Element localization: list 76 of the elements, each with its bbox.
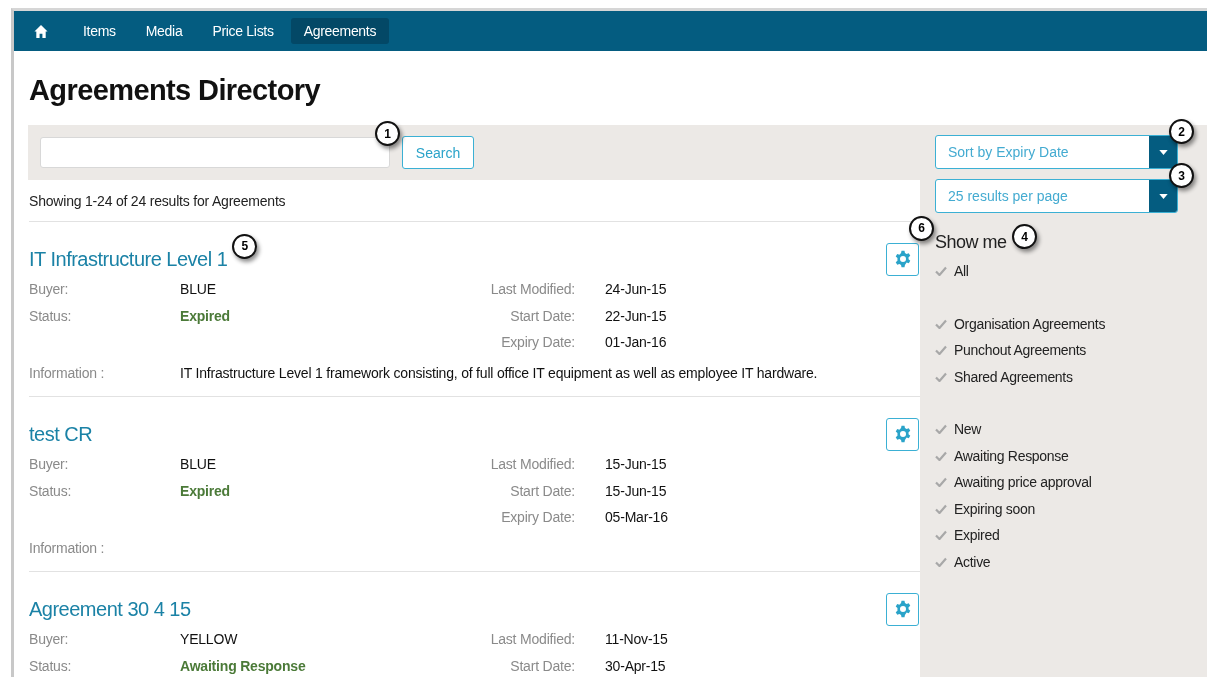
field-label: Status:	[29, 307, 73, 324]
filter-option[interactable]: Shared Agreements	[935, 363, 1073, 390]
nav-tab[interactable]: Items	[70, 18, 129, 44]
field-label: Start Date:	[509, 307, 576, 324]
gear-icon	[893, 425, 912, 443]
callout-number: 4	[1012, 224, 1037, 249]
nav-tab[interactable]: Agreements	[290, 18, 390, 44]
agreement-title-link[interactable]: test CR	[29, 422, 93, 445]
filter-option[interactable]: Expiring soon	[935, 495, 1035, 522]
filter-option[interactable]: Active	[935, 548, 991, 575]
agreement-title-link[interactable]: Agreement 30 4 15	[29, 597, 191, 620]
date-value: 15-Jun-15	[605, 456, 668, 473]
callout-number: 2	[1169, 119, 1194, 144]
callout-number: 3	[1169, 163, 1194, 188]
filter-option[interactable]: Punchout Agreements	[935, 337, 1087, 364]
search-field[interactable]	[40, 137, 390, 168]
checkmark-icon	[935, 345, 947, 356]
gear-icon	[893, 250, 912, 268]
checkmark-icon	[935, 424, 947, 435]
date-value: 01-Jan-16	[605, 334, 668, 351]
checkmark-icon	[935, 503, 947, 514]
checkmark-icon	[935, 371, 947, 382]
field-label: Start Date:	[509, 482, 576, 499]
checkmark-icon	[935, 450, 947, 461]
date-value: 22-Jun-15	[605, 307, 668, 324]
agreement-title-link[interactable]: IT Infrastructure Level 1	[29, 247, 228, 270]
results-summary: Showing 1-24 of 24 results for Agreements	[29, 180, 920, 222]
field-value: BLUE	[180, 281, 217, 298]
date-value: 11-Nov-15	[605, 631, 669, 648]
information-text: IT Infrastructure Level 1 framework consisting, of full office IT equipment as well as employee IT hardware.	[180, 365, 819, 382]
filter-heading: Show me	[935, 232, 1007, 252]
caret-icon	[1158, 193, 1168, 199]
checkmark-icon	[935, 556, 947, 567]
filter-option[interactable]: All	[935, 258, 969, 285]
filter-option[interactable]: Organisation Agreements	[935, 310, 1106, 337]
callout-number: 5	[232, 233, 258, 259]
caret-icon	[1158, 149, 1168, 155]
field-label: Last Modified:	[489, 281, 576, 298]
settings-button[interactable]	[886, 592, 919, 626]
page-title: Agreements Directory	[28, 73, 322, 108]
nav-tab[interactable]: Price Lists	[199, 18, 287, 44]
field-label: Status:	[29, 482, 73, 499]
field-label: Buyer:	[29, 456, 70, 473]
field-label: Status:	[29, 657, 73, 674]
filter-option[interactable]: Awaiting Response	[935, 442, 1069, 469]
filter-option[interactable]: Awaiting price approval	[935, 469, 1092, 496]
nav-tab[interactable]: Media	[132, 18, 196, 44]
date-value: 24-Jun-15	[605, 281, 668, 298]
home-icon[interactable]	[33, 23, 49, 39]
settings-button[interactable]	[886, 242, 919, 276]
checkmark-icon	[935, 530, 947, 541]
field-label: Information :	[29, 540, 106, 557]
field-label: Buyer:	[29, 631, 70, 648]
settings-button[interactable]	[886, 417, 919, 451]
date-value: 05-Mar-16	[605, 509, 669, 526]
field-label: Last Modified:	[489, 631, 576, 648]
field-label: Expiry Date:	[500, 509, 576, 526]
status-value: Expired	[180, 482, 231, 499]
field-value: BLUE	[180, 456, 217, 473]
field-label: Last Modified:	[489, 456, 576, 473]
filter-option[interactable]: New	[935, 416, 982, 443]
date-value: 15-Jun-15	[605, 482, 668, 499]
field-value: YELLOW	[180, 631, 239, 648]
field-label: Information :	[29, 365, 106, 382]
status-value: Expired	[180, 307, 231, 324]
callout-number: 1	[375, 121, 400, 146]
field-label: Buyer:	[29, 281, 70, 298]
checkmark-icon	[935, 477, 947, 488]
field-label: Start Date:	[509, 657, 576, 674]
gear-icon	[893, 600, 912, 618]
filter-option[interactable]: Expired	[935, 522, 1000, 549]
checkmark-icon	[935, 318, 947, 329]
status-value: Awaiting Response	[180, 657, 307, 674]
checkmark-icon	[935, 266, 947, 277]
field-label: Expiry Date:	[500, 334, 576, 351]
date-value: 30-Apr-15	[605, 657, 667, 674]
